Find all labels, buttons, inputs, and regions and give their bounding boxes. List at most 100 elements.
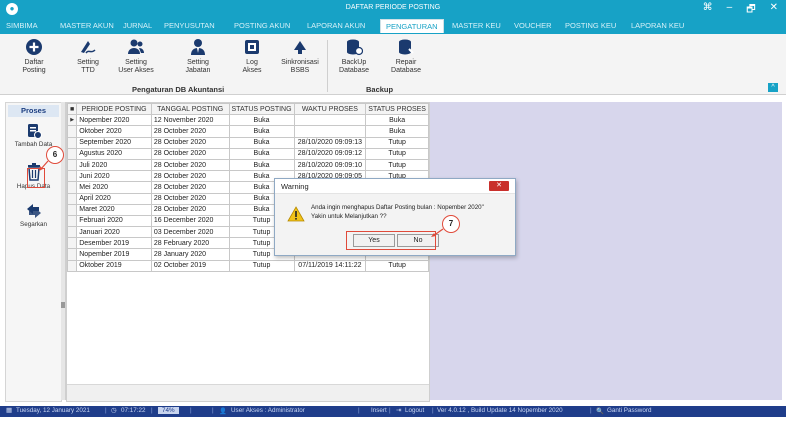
- status-version: Ver 4.0.12 , Build Update 14 Nopember 20…: [437, 407, 563, 414]
- cell-tanggal[interactable]: 28 October 2020: [150, 170, 230, 183]
- cell-status-proses[interactable]: Buka: [365, 114, 429, 127]
- logout-link[interactable]: Logout: [405, 407, 424, 414]
- table-row[interactable]: Oktober 2019 02 October 2019 Tutup 07/11/20…: [66, 259, 429, 272]
- minimize-button[interactable]: –: [727, 2, 733, 19]
- cell-periode[interactable]: Juni 2020: [76, 170, 152, 183]
- cell-waktu[interactable]: 28/10/2020 09:09:10: [293, 158, 367, 172]
- cell-tanggal[interactable]: 02 October 2019: [150, 259, 230, 272]
- table-row[interactable]: Oktober 2020 28 October 2020 Buka Buka: [66, 125, 429, 138]
- tambah-data-button[interactable]: Tambah Data: [6, 123, 61, 148]
- cell-periode[interactable]: Nopember 2020: [76, 114, 152, 127]
- splitter-grip[interactable]: [61, 302, 65, 308]
- cell-periode[interactable]: Oktober 2020: [76, 125, 152, 138]
- menu-posting-akun[interactable]: POSTING AKUN: [234, 21, 290, 30]
- setting-jabatan-label-2: Jabatan: [185, 67, 211, 74]
- cell-periode[interactable]: Agustus 2020: [76, 147, 152, 160]
- col-waktu-proses[interactable]: WAKTU PROSES: [293, 102, 367, 116]
- cell-periode[interactable]: Mei 2020: [76, 181, 152, 194]
- cell-periode[interactable]: April 2020: [76, 192, 152, 205]
- row-indicator: [66, 214, 78, 228]
- change-password-link[interactable]: Ganti Password: [607, 407, 651, 414]
- cell-tanggal[interactable]: 28 October 2020: [150, 203, 230, 216]
- menu-master-keu[interactable]: MASTER KEU: [452, 21, 501, 30]
- cell-waktu[interactable]: 28/10/2020 09:09:13: [293, 136, 367, 149]
- cell-status-proses[interactable]: Tutup: [365, 158, 429, 172]
- setting-user-akses-button[interactable]: Setting User Akses: [114, 38, 158, 75]
- menu-simbima[interactable]: SIMBIMA: [6, 21, 38, 30]
- dialog-title-bar: Warning ✕: [275, 179, 515, 194]
- menu-posting-keu[interactable]: POSTING KEU: [565, 21, 616, 30]
- menu-pengaturan[interactable]: PENGATURAN: [380, 19, 444, 33]
- key-icon[interactable]: 🔍: [596, 407, 604, 415]
- cell-tanggal[interactable]: 28 October 2020: [150, 147, 230, 160]
- table-row[interactable]: September 2020 28 October 2020 Buka 28/10/2…: [66, 136, 429, 149]
- cell-waktu[interactable]: [293, 114, 367, 127]
- setting-jabatan-button[interactable]: Setting Jabatan: [176, 38, 220, 75]
- cell-tanggal[interactable]: 28 January 2020: [150, 248, 230, 261]
- row-indicator: [66, 125, 78, 138]
- cell-periode[interactable]: September 2020: [76, 136, 152, 149]
- cell-tanggal[interactable]: 28 October 2020: [150, 158, 230, 172]
- backup-database-button[interactable]: BackUp Database: [332, 38, 376, 75]
- horizontal-scrollbar[interactable]: [67, 384, 429, 401]
- daftar-posting-button[interactable]: Daftar Posting: [12, 38, 56, 75]
- cell-tanggal[interactable]: 03 December 2020: [150, 226, 230, 239]
- cell-tanggal[interactable]: 28 February 2020: [150, 237, 230, 250]
- dialog-close-button[interactable]: ✕: [489, 181, 509, 191]
- maximize-button[interactable]: 🗗: [746, 2, 755, 19]
- cell-status-posting[interactable]: Buka: [228, 114, 295, 127]
- menu-laporan-akun[interactable]: LAPORAN AKUN: [307, 21, 365, 30]
- cell-periode[interactable]: Maret 2020: [76, 203, 152, 216]
- menu-master-akun[interactable]: MASTER AKUN: [60, 21, 114, 30]
- cell-status-proses[interactable]: Tutup: [365, 147, 429, 160]
- cell-tanggal[interactable]: 28 October 2020: [150, 181, 230, 194]
- cell-waktu[interactable]: [293, 125, 367, 138]
- col-periode-posting[interactable]: PERIODE POSTING: [76, 102, 152, 116]
- pin-icon[interactable]: ⌘: [703, 2, 713, 19]
- table-row[interactable]: Agustus 2020 28 October 2020 Buka 28/10/202…: [66, 147, 429, 160]
- setting-ttd-button[interactable]: Setting TTD: [66, 38, 110, 75]
- log-akses-button[interactable]: Log Akses: [230, 38, 274, 75]
- cell-periode[interactable]: Januari 2020: [76, 226, 152, 239]
- ribbon-collapse-icon[interactable]: ^: [768, 83, 778, 92]
- table-row[interactable]: Juli 2020 28 October 2020 Buka 28/10/2020 0…: [66, 158, 429, 172]
- col-status-posting[interactable]: STATUS POSTING: [228, 102, 295, 116]
- cell-tanggal[interactable]: 16 December 2020: [150, 214, 230, 228]
- cell-periode[interactable]: Februari 2020: [76, 214, 152, 228]
- cell-status-posting[interactable]: Tutup: [228, 259, 295, 272]
- cell-periode[interactable]: Juli 2020: [76, 158, 152, 172]
- window-controls: ⌘ – 🗗 ✕: [703, 2, 778, 19]
- refresh-icon: [26, 204, 41, 218]
- row-indicator-header[interactable]: ■: [66, 102, 78, 116]
- cell-status-proses[interactable]: Buka: [365, 125, 429, 138]
- cell-waktu[interactable]: 07/11/2019 14:11:22: [293, 259, 367, 272]
- cell-status-proses[interactable]: Tutup: [365, 136, 429, 149]
- cell-tanggal[interactable]: 28 October 2020: [150, 136, 230, 149]
- menu-penyusutan[interactable]: PENYUSUTAN: [164, 21, 215, 30]
- col-tanggal-posting[interactable]: TANGGAL POSTING: [150, 102, 230, 116]
- segarkan-button[interactable]: Segarkan: [6, 203, 61, 228]
- cell-status-posting[interactable]: Buka: [228, 147, 295, 160]
- title-bar: ● DAFTAR PERIODE POSTING ⌘ – 🗗 ✕: [0, 0, 786, 18]
- repair-database-button[interactable]: Repair Database: [384, 38, 428, 75]
- cell-status-proses[interactable]: Tutup: [365, 259, 429, 272]
- cell-tanggal[interactable]: 12 November 2020: [150, 114, 230, 127]
- cell-status-posting[interactable]: Buka: [228, 125, 295, 138]
- logout-icon[interactable]: ⇥: [396, 407, 401, 414]
- cell-tanggal[interactable]: 28 October 2020: [150, 192, 230, 205]
- cell-status-posting[interactable]: Buka: [228, 158, 295, 172]
- cell-periode[interactable]: Oktober 2019: [76, 259, 152, 272]
- menu-voucher[interactable]: VOUCHER: [514, 21, 552, 30]
- cell-periode[interactable]: Desember 2019: [76, 237, 152, 250]
- cell-periode[interactable]: Nopember 2019: [76, 248, 152, 261]
- row-indicator: [66, 147, 78, 160]
- cell-waktu[interactable]: 28/10/2020 09:09:12: [293, 147, 367, 160]
- cell-tanggal[interactable]: 28 October 2020: [150, 125, 230, 138]
- table-row[interactable]: ▶ Nopember 2020 12 November 2020 Buka Buka: [66, 114, 429, 127]
- cell-status-posting[interactable]: Buka: [228, 136, 295, 149]
- sinkronisasi-bsbs-button[interactable]: Sinkronisasi BSBS: [278, 38, 322, 75]
- col-status-proses[interactable]: STATUS PROSES: [365, 102, 429, 116]
- menu-jurnal[interactable]: JURNAL: [123, 21, 152, 30]
- close-button[interactable]: ✕: [770, 2, 778, 19]
- menu-laporan-keu[interactable]: LAPORAN KEU: [631, 21, 684, 30]
